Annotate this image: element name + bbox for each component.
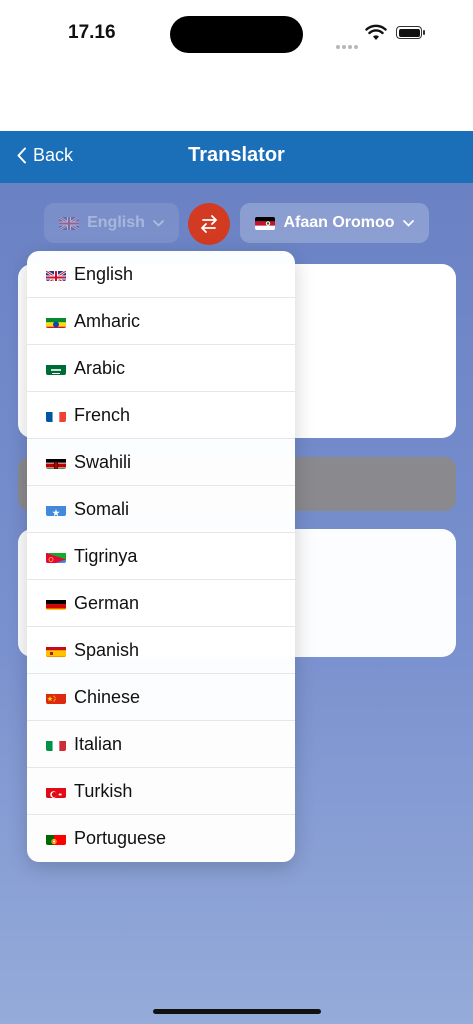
swap-languages-button[interactable]	[188, 203, 230, 245]
spain-flag-icon	[46, 644, 66, 657]
dropdown-item-german[interactable]: German	[27, 580, 295, 627]
somalia-flag-icon	[46, 503, 66, 516]
dropdown-item-portuguese[interactable]: Portuguese	[27, 815, 295, 862]
swap-arrows-icon	[201, 215, 217, 233]
dropdown-item-label: English	[74, 263, 134, 284]
status-time: 17.16	[68, 22, 116, 43]
chevron-left-icon	[17, 147, 26, 164]
language-dropdown-menu: English Amharic Arabic French Swahili So…	[27, 251, 295, 862]
saudi-flag-icon	[46, 362, 66, 375]
dropdown-item-label: Tigrinya	[74, 545, 138, 566]
wifi-icon	[365, 24, 387, 46]
dropdown-item-label: French	[74, 404, 131, 425]
dropdown-item-label: German	[74, 592, 140, 613]
ethiopia-flag-icon	[46, 315, 66, 328]
dropdown-item-label: Arabic	[74, 357, 126, 378]
dynamic-island	[170, 16, 303, 53]
target-language-button[interactable]: Afaan Oromoo	[240, 203, 429, 243]
dropdown-item-label: Chinese	[74, 686, 141, 707]
cellular-signal-icon	[336, 36, 360, 54]
dropdown-item-amharic[interactable]: Amharic	[27, 298, 295, 345]
nav-header: Back Translator	[0, 131, 473, 183]
dropdown-item-tigrinya[interactable]: Tigrinya	[27, 533, 295, 580]
dropdown-item-english[interactable]: English	[27, 251, 295, 298]
dropdown-item-label: Amharic	[74, 310, 141, 331]
source-language-label: English	[87, 214, 145, 231]
portugal-flag-icon	[46, 832, 66, 845]
oromo-flag-icon	[255, 216, 276, 230]
dropdown-item-italian[interactable]: Italian	[27, 721, 295, 768]
home-indicator[interactable]	[153, 1009, 321, 1014]
gb-flag-icon	[59, 216, 80, 230]
dropdown-item-label: Somali	[74, 498, 130, 519]
germany-flag-icon	[46, 597, 66, 610]
dropdown-item-label: Swahili	[74, 451, 132, 472]
target-language-label: Afaan Oromoo	[283, 214, 395, 231]
china-flag-icon	[46, 691, 66, 704]
dropdown-item-label: Spanish	[74, 639, 140, 660]
dropdown-item-label: Italian	[74, 733, 123, 754]
dropdown-item-spanish[interactable]: Spanish	[27, 627, 295, 674]
dropdown-item-swahili[interactable]: Swahili	[27, 439, 295, 486]
dropdown-item-label: Portuguese	[74, 828, 167, 848]
chevron-down-icon	[402, 219, 414, 227]
back-button[interactable]: Back	[16, 145, 73, 166]
eritrea-flag-icon	[46, 550, 66, 563]
dropdown-item-somali[interactable]: Somali	[27, 486, 295, 533]
status-bar: 17.16	[0, 0, 473, 70]
kenya-flag-icon	[46, 456, 66, 469]
back-label: Back	[33, 145, 74, 165]
chevron-down-icon	[152, 219, 164, 227]
dropdown-item-arabic[interactable]: Arabic	[27, 345, 295, 392]
dropdown-item-chinese[interactable]: Chinese	[27, 674, 295, 721]
italy-flag-icon	[46, 738, 66, 751]
gb-flag-icon	[46, 268, 66, 281]
dropdown-item-label: Turkish	[74, 780, 133, 801]
dropdown-item-turkish[interactable]: Turkish	[27, 768, 295, 815]
source-language-button[interactable]: English	[44, 203, 179, 243]
france-flag-icon	[46, 409, 66, 422]
dropdown-item-french[interactable]: French	[27, 392, 295, 439]
turkey-flag-icon	[46, 785, 66, 798]
battery-icon	[396, 26, 425, 39]
